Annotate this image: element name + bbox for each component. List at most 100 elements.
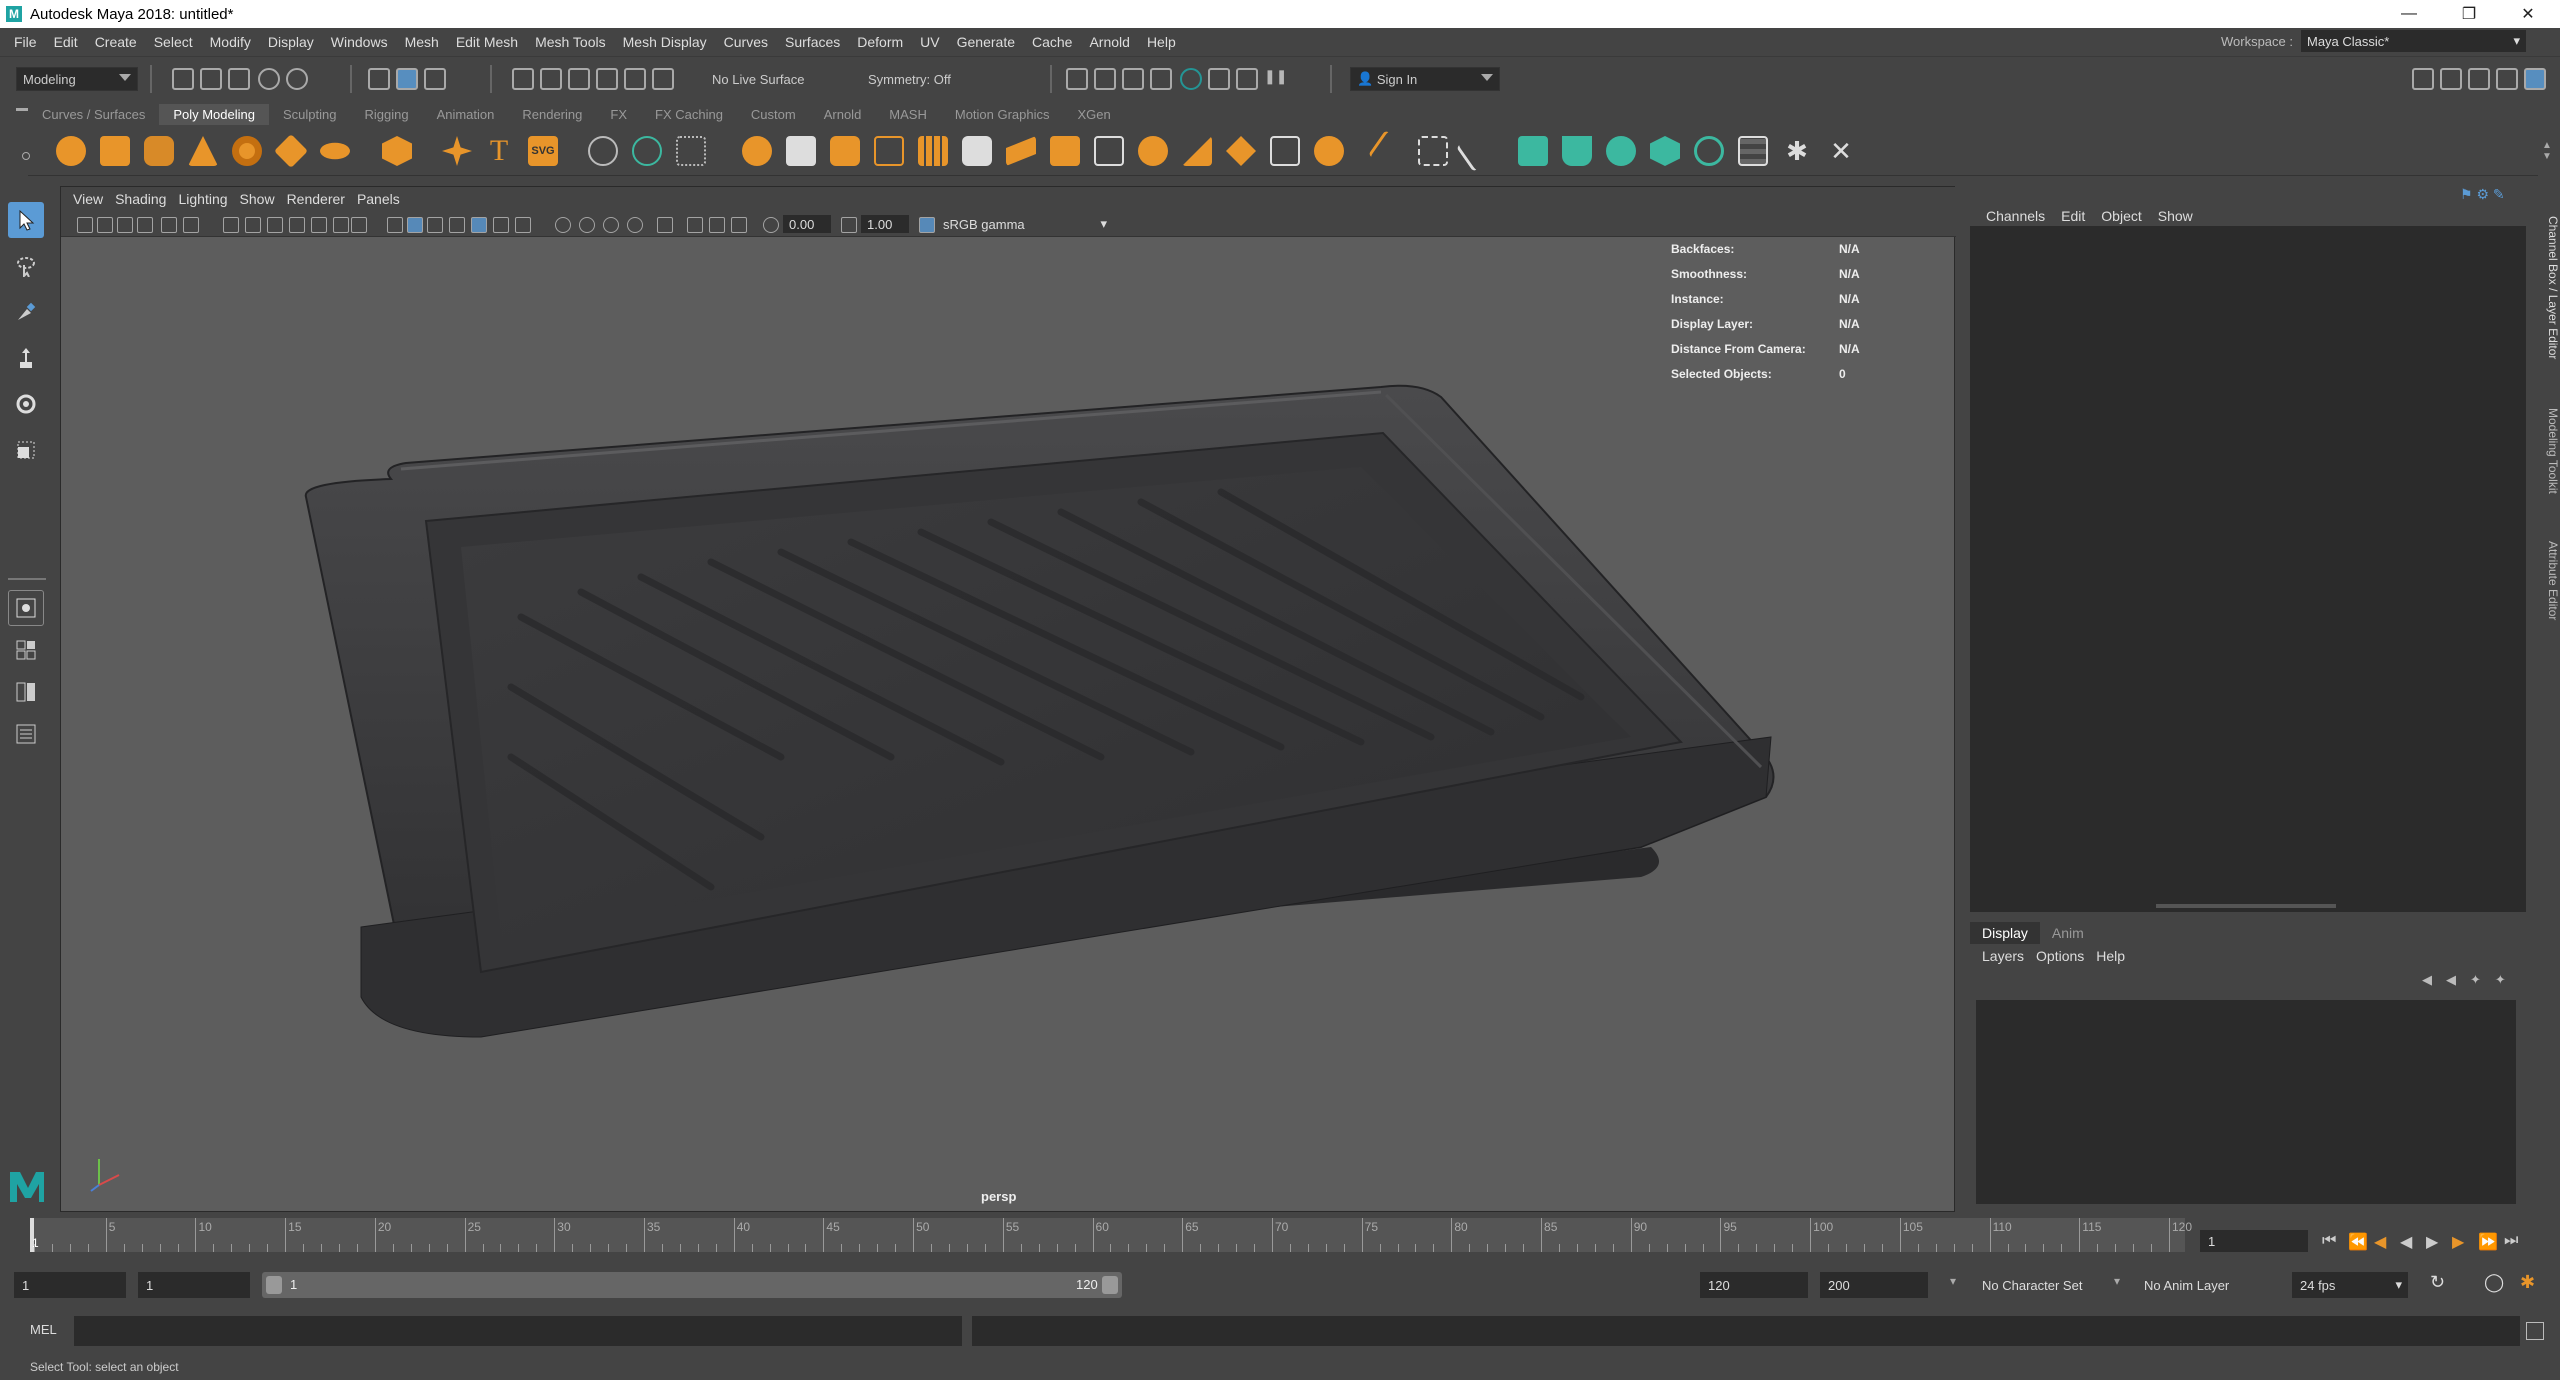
offset-edge-loop-icon[interactable] <box>1456 130 1498 172</box>
tab-modeling-toolkit[interactable]: Modeling Toolkit <box>2540 396 2560 506</box>
menu-cache[interactable]: Cache <box>1029 34 1075 50</box>
rotate-tool-icon[interactable] <box>8 386 44 422</box>
uv-editor-icon[interactable] <box>1738 136 1768 166</box>
move-layer-up-icon[interactable]: ◀ <box>2422 972 2432 988</box>
boolean-union-icon[interactable] <box>742 136 772 166</box>
poly-cylinder-icon[interactable] <box>144 136 174 166</box>
tab-poly-modeling[interactable]: Poly Modeling <box>159 103 269 125</box>
render-setup-icon[interactable] <box>1208 68 1230 90</box>
tab-rendering[interactable]: Rendering <box>508 107 596 122</box>
menu-mesh[interactable]: Mesh <box>402 34 442 50</box>
toggle-channel-box-icon[interactable] <box>2524 68 2546 90</box>
field-chart-icon[interactable] <box>311 217 327 233</box>
toggle-character-controls-icon[interactable] <box>2440 68 2462 90</box>
select-camera-icon[interactable] <box>77 217 93 233</box>
tab-arnold[interactable]: Arnold <box>810 107 876 122</box>
bridge-icon[interactable] <box>1006 136 1036 166</box>
xray-active-icon[interactable] <box>709 217 725 233</box>
smooth-icon[interactable] <box>676 136 706 166</box>
textured-icon[interactable] <box>471 217 487 233</box>
wireframe-on-shaded-icon[interactable] <box>449 217 465 233</box>
menu-uv[interactable]: UV <box>917 34 942 50</box>
vp-menu-lighting[interactable]: Lighting <box>166 191 227 207</box>
toggle-modeling-toolkit-icon[interactable] <box>2412 68 2434 90</box>
script-language-label[interactable]: MEL <box>30 1322 57 1337</box>
snap-grid-icon[interactable] <box>512 68 534 90</box>
auto-key-icon[interactable]: ◯ <box>2484 1272 2504 1293</box>
mirror-icon[interactable] <box>918 136 948 166</box>
tab-channel-box-layer-editor[interactable]: Channel Box / Layer Editor <box>2540 198 2560 378</box>
select-hierarchy-icon[interactable] <box>368 68 390 90</box>
cb-menu-channels[interactable]: Channels <box>1970 208 2045 224</box>
save-scene-icon[interactable] <box>228 68 250 90</box>
vp-menu-renderer[interactable]: Renderer <box>275 191 345 207</box>
tab-mash[interactable]: MASH <box>875 107 941 122</box>
boolean-difference-icon[interactable] <box>786 136 816 166</box>
play-backward-icon[interactable]: ◀ <box>2400 1232 2412 1252</box>
play-forward-icon[interactable]: ▶ <box>2426 1232 2438 1252</box>
tray-mesh[interactable] <box>304 384 1775 1038</box>
anti-aliasing-icon[interactable] <box>603 217 619 233</box>
four-view-layout-icon[interactable] <box>8 632 44 668</box>
automatic-uv-icon[interactable] <box>1650 136 1680 166</box>
new-layer-selected-icon[interactable]: ✦ <box>2495 972 2506 988</box>
persp-outliner-layout-icon[interactable] <box>8 674 44 710</box>
safe-action-icon[interactable] <box>333 217 349 233</box>
menu-deform[interactable]: Deform <box>854 34 906 50</box>
animation-end-field[interactable]: 200 <box>1820 1272 1928 1298</box>
platonic-solid-icon[interactable] <box>382 136 412 166</box>
menu-file[interactable]: File <box>11 34 40 50</box>
loop-icon[interactable]: ↻ <box>2430 1272 2445 1293</box>
poly-disc-icon[interactable] <box>320 142 350 160</box>
menu-edit[interactable]: Edit <box>51 34 81 50</box>
xray-joints-icon[interactable] <box>731 217 747 233</box>
light-editor-icon[interactable] <box>1236 68 1258 90</box>
float-icon[interactable]: ⚙ <box>2476 186 2489 202</box>
menu-edit-mesh[interactable]: Edit Mesh <box>453 34 521 50</box>
select-component-icon[interactable] <box>424 68 446 90</box>
poly-cube-icon[interactable] <box>100 136 130 166</box>
poly-torus-icon[interactable] <box>232 136 262 166</box>
exposure-icon[interactable] <box>763 217 779 233</box>
menuset-dropdown[interactable]: Modeling <box>16 67 138 91</box>
go-to-end-icon[interactable]: ⏭ <box>2504 1232 2518 1250</box>
gate-mask-icon[interactable] <box>289 217 305 233</box>
default-material-icon[interactable] <box>427 217 443 233</box>
toggle-tool-settings-icon[interactable] <box>2496 68 2518 90</box>
planar-uv-icon[interactable] <box>1518 136 1548 166</box>
make-hole-icon[interactable] <box>1226 136 1256 166</box>
poly-plane-icon[interactable] <box>274 134 308 168</box>
go-to-start-icon[interactable]: ⏮ <box>2322 1232 2336 1250</box>
hypershade-icon[interactable] <box>1180 68 1202 90</box>
range-slider-bar[interactable]: 1 120 <box>262 1272 1122 1298</box>
extrude-icon[interactable] <box>962 136 992 166</box>
tab-sculpting[interactable]: Sculpting <box>269 107 350 122</box>
select-object-icon[interactable] <box>396 68 418 90</box>
safe-title-icon[interactable] <box>351 217 367 233</box>
step-forward-key-icon[interactable]: ⏩ <box>2478 1232 2498 1252</box>
panel-splitter[interactable] <box>2156 904 2336 908</box>
vp-menu-panels[interactable]: Panels <box>345 191 400 207</box>
tab-fx[interactable]: FX <box>596 107 641 122</box>
render-view-icon[interactable] <box>1066 68 1088 90</box>
menu-arnold[interactable]: Arnold <box>1086 34 1132 50</box>
move-tool-icon[interactable] <box>8 340 44 376</box>
range-end-handle[interactable] <box>1102 1276 1118 1294</box>
snap-view-plane-icon[interactable] <box>596 68 618 90</box>
insert-edge-loop-icon[interactable] <box>1418 136 1448 166</box>
smooth-shade-icon[interactable] <box>407 217 423 233</box>
delete-history-icon[interactable]: ✕ <box>1826 136 1856 166</box>
time-slider-track[interactable]: 1 5 10 15 20 25 30 35 40 45 50 55 60 65 70 75 80 85 90 95 1… <box>30 1218 2192 1252</box>
anim-layer-dropdown[interactable]: No Anim Layer <box>2136 1272 2256 1298</box>
menu-windows[interactable]: Windows <box>328 34 391 50</box>
layer-list[interactable] <box>1976 1000 2516 1204</box>
new-scene-icon[interactable] <box>172 68 194 90</box>
shadows-icon[interactable] <box>515 217 531 233</box>
gamma-field[interactable]: 1.00 <box>861 215 909 233</box>
new-empty-layer-icon[interactable]: ✦ <box>2470 972 2481 988</box>
menu-mesh-display[interactable]: Mesh Display <box>620 34 710 50</box>
menu-display[interactable]: Display <box>265 34 317 50</box>
spherical-uv-icon[interactable] <box>1606 136 1636 166</box>
image-plane-icon[interactable] <box>137 217 153 233</box>
step-back-key-icon[interactable]: ⏪ <box>2348 1232 2368 1252</box>
